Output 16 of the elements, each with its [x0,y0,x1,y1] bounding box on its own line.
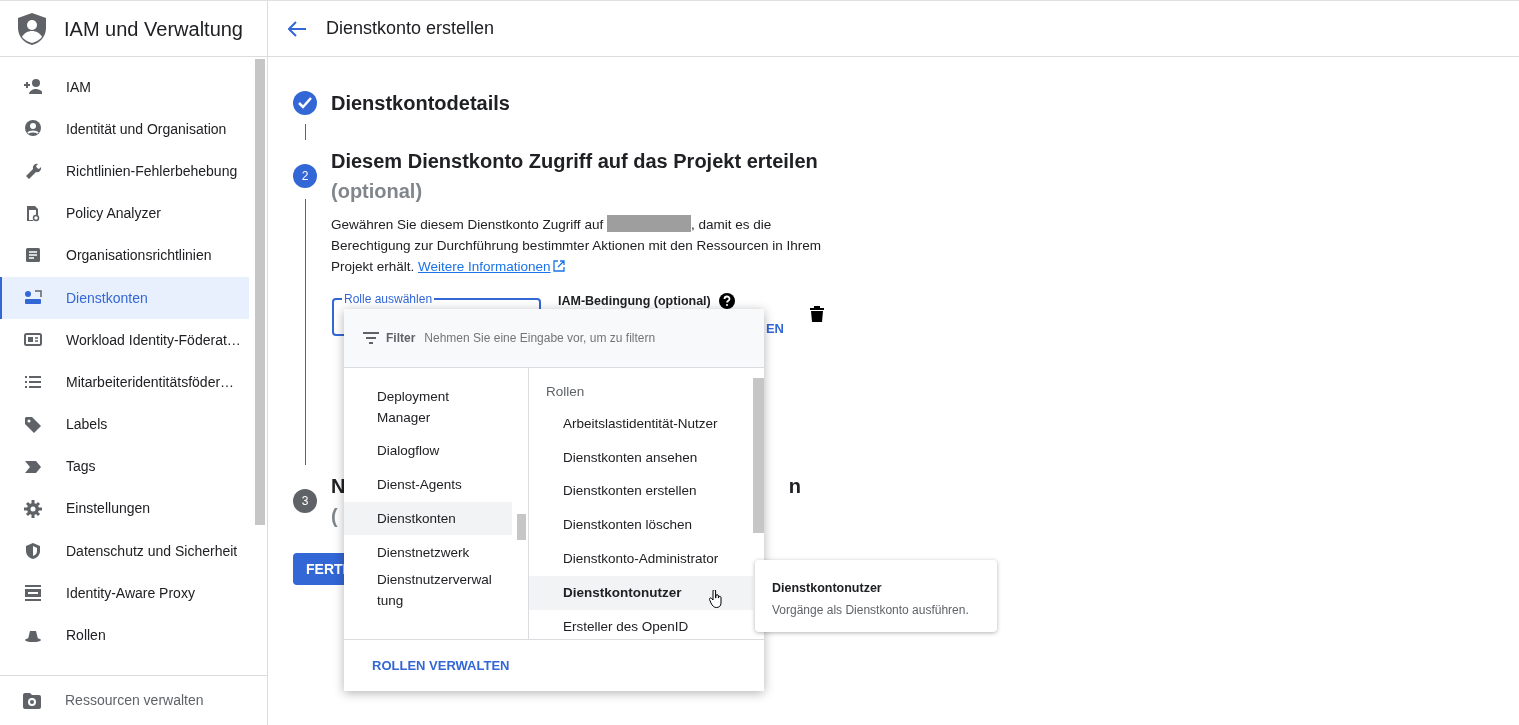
tooltip-text: Vorgänge als Dienstkonto ausführen. [772,601,970,619]
step-number-badge: 2 [293,164,317,188]
step-title: Dienstkontodetails [331,91,511,116]
tooltip-title: Dienstkontonutzer [772,580,883,597]
step-subtitle: (optional) [331,179,424,204]
step-description: Gewähren Sie diesem Dienstkonto Zugriff auf , damit es die Berechtigung zur Durchführung bestimmter Aktionen mit den Ressourcen in Ihrem Projekt erhält. Weitere Informationen [331,214,822,276]
step-title: n [788,474,801,499]
condition-label: IAM-Bedingung (optional) [558,293,711,310]
step-title: N [331,474,346,499]
step-title: Diesem Dienstkonto Zugriff auf das Projekt erteilen [331,149,819,174]
section-header: Rollen [545,383,586,402]
step-number-badge: 3 [293,489,317,513]
product-title: IAM und Verwaltung [64,16,243,42]
step-subtitle: ( [331,504,338,529]
page-title: Dienstkonto erstellen [326,17,495,40]
filter-label: Filter [386,330,416,347]
